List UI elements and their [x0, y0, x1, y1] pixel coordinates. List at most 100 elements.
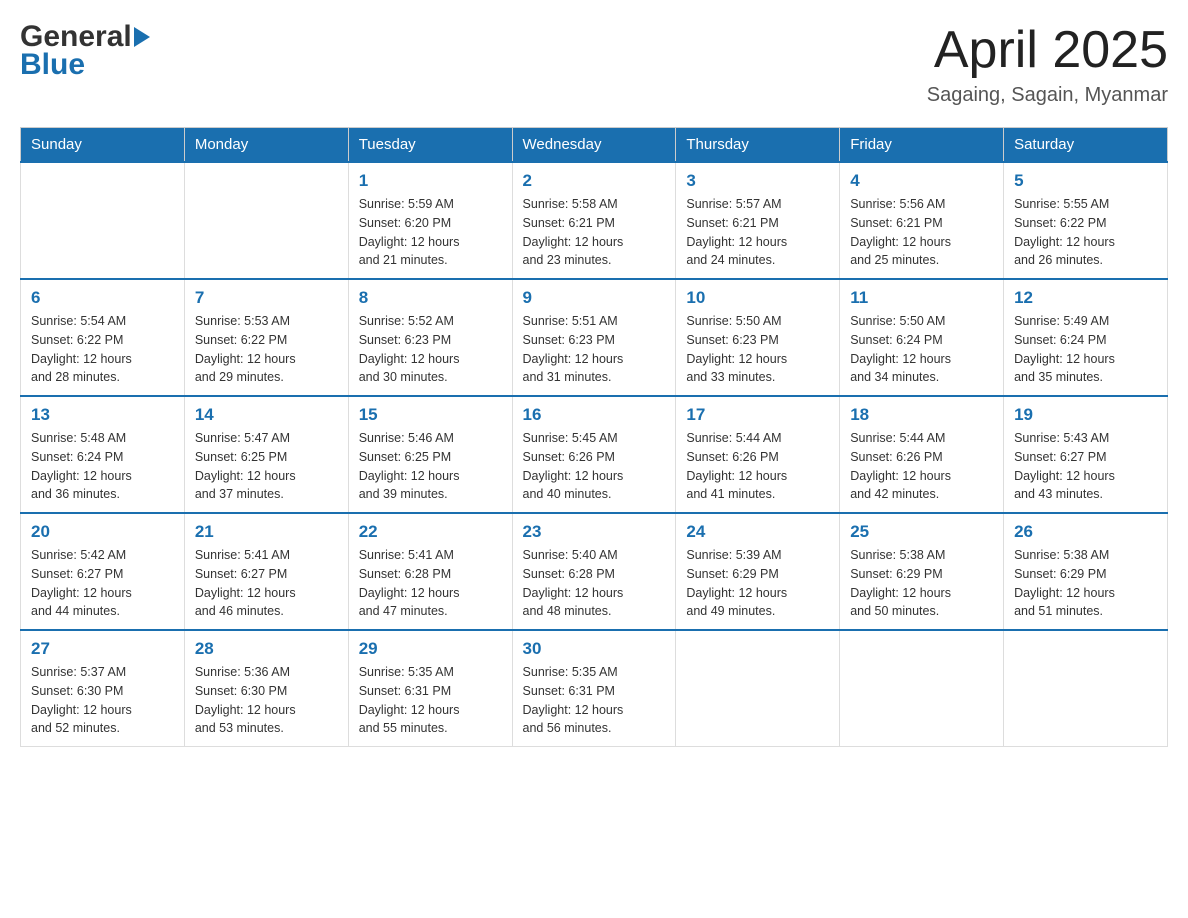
calendar-cell: 27 Sunrise: 5:37 AM Sunset: 6:30 PM Dayli…	[21, 630, 185, 747]
logo-arrow-icon	[134, 27, 150, 47]
calendar-cell: 9 Sunrise: 5:51 AM Sunset: 6:23 PM Daylig…	[512, 279, 676, 396]
calendar-cell: 8 Sunrise: 5:52 AM Sunset: 6:23 PM Daylig…	[348, 279, 512, 396]
day-number: 20	[31, 522, 174, 542]
calendar-cell: 23 Sunrise: 5:40 AM Sunset: 6:28 PM Dayli…	[512, 513, 676, 630]
day-info: Sunrise: 5:53 AM Sunset: 6:22 PM Dayligh…	[195, 312, 338, 387]
day-number: 16	[523, 405, 666, 425]
day-info: Sunrise: 5:50 AM Sunset: 6:23 PM Dayligh…	[686, 312, 829, 387]
day-number: 8	[359, 288, 502, 308]
calendar-header-thursday: Thursday	[676, 128, 840, 163]
day-info: Sunrise: 5:50 AM Sunset: 6:24 PM Dayligh…	[850, 312, 993, 387]
calendar-cell: 14Sunrise: 5:47 AM Sunset: 6:25 PM Dayli…	[184, 396, 348, 513]
day-number: 24	[686, 522, 829, 542]
day-number: 30	[523, 639, 666, 659]
day-info: Sunrise: 5:35 AM Sunset: 6:31 PM Dayligh…	[359, 663, 502, 738]
day-number: 21	[195, 522, 338, 542]
calendar-cell: 10 Sunrise: 5:50 AM Sunset: 6:23 PM Dayli…	[676, 279, 840, 396]
calendar-cell: 3 Sunrise: 5:57 AM Sunset: 6:21 PM Daylig…	[676, 162, 840, 279]
day-info: Sunrise: 5:44 AM Sunset: 6:26 PM Dayligh…	[850, 429, 993, 504]
calendar-header-tuesday: Tuesday	[348, 128, 512, 163]
day-number: 5	[1014, 171, 1157, 191]
day-number: 4	[850, 171, 993, 191]
day-number: 13	[31, 405, 174, 425]
week-row-3: 13 Sunrise: 5:48 AM Sunset: 6:24 PM Dayli…	[21, 396, 1168, 513]
day-number: 29	[359, 639, 502, 659]
day-number: 17	[686, 405, 829, 425]
day-info: Sunrise: 5:38 AM Sunset: 6:29 PM Dayligh…	[1014, 546, 1157, 621]
calendar-cell	[840, 630, 1004, 747]
day-info: Sunrise: 5:41 AM Sunset: 6:27 PM Dayligh…	[195, 546, 338, 621]
calendar-cell: 5 Sunrise: 5:55 AM Sunset: 6:22 PM Daylig…	[1004, 162, 1168, 279]
day-info: Sunrise: 5:40 AM Sunset: 6:28 PM Dayligh…	[523, 546, 666, 621]
calendar-cell: 17 Sunrise: 5:44 AM Sunset: 6:26 PM Dayli…	[676, 396, 840, 513]
day-number: 11	[850, 288, 993, 308]
day-number: 27	[31, 639, 174, 659]
day-info: Sunrise: 5:55 AM Sunset: 6:22 PM Dayligh…	[1014, 195, 1157, 270]
day-number: 6	[31, 288, 174, 308]
day-info: Sunrise: 5:49 AM Sunset: 6:24 PM Dayligh…	[1014, 312, 1157, 387]
day-number: 1	[359, 171, 502, 191]
day-number: 2	[523, 171, 666, 191]
day-info: Sunrise: 5:52 AM Sunset: 6:23 PM Dayligh…	[359, 312, 502, 387]
week-row-4: 20 Sunrise: 5:42 AM Sunset: 6:27 PM Dayli…	[21, 513, 1168, 630]
page-title: April 2025	[927, 20, 1168, 80]
day-info: Sunrise: 5:57 AM Sunset: 6:21 PM Dayligh…	[686, 195, 829, 270]
day-number: 26	[1014, 522, 1157, 542]
day-info: Sunrise: 5:43 AM Sunset: 6:27 PM Dayligh…	[1014, 429, 1157, 504]
calendar-cell: 13 Sunrise: 5:48 AM Sunset: 6:24 PM Dayli…	[21, 396, 185, 513]
day-number: 12	[1014, 288, 1157, 308]
calendar-cell: 15 Sunrise: 5:46 AM Sunset: 6:25 PM Dayli…	[348, 396, 512, 513]
day-number: 18	[850, 405, 993, 425]
day-number: 28	[195, 639, 338, 659]
calendar-cell: 29 Sunrise: 5:35 AM Sunset: 6:31 PM Dayli…	[348, 630, 512, 747]
day-info: Sunrise: 5:54 AM Sunset: 6:22 PM Dayligh…	[31, 312, 174, 387]
day-info: Sunrise: 5:38 AM Sunset: 6:29 PM Dayligh…	[850, 546, 993, 621]
logo: General Blue	[20, 20, 150, 82]
calendar-header-row: SundayMondayTuesdayWednesdayThursdayFrid…	[21, 128, 1168, 163]
day-number: 9	[523, 288, 666, 308]
calendar-cell: 21 Sunrise: 5:41 AM Sunset: 6:27 PM Dayli…	[184, 513, 348, 630]
day-info: Sunrise: 5:59 AM Sunset: 6:20 PM Dayligh…	[359, 195, 502, 270]
day-number: 3	[686, 171, 829, 191]
day-number: 7	[195, 288, 338, 308]
calendar-header-monday: Monday	[184, 128, 348, 163]
day-number: 19	[1014, 405, 1157, 425]
calendar-cell	[1004, 630, 1168, 747]
calendar-cell: 18 Sunrise: 5:44 AM Sunset: 6:26 PM Dayli…	[840, 396, 1004, 513]
week-row-1: 1 Sunrise: 5:59 AM Sunset: 6:20 PM Daylig…	[21, 162, 1168, 279]
day-info: Sunrise: 5:44 AM Sunset: 6:26 PM Dayligh…	[686, 429, 829, 504]
day-info: Sunrise: 5:41 AM Sunset: 6:28 PM Dayligh…	[359, 546, 502, 621]
day-info: Sunrise: 5:36 AM Sunset: 6:30 PM Dayligh…	[195, 663, 338, 738]
page-subtitle: Sagaing, Sagain, Myanmar	[927, 84, 1168, 107]
calendar-cell: 7 Sunrise: 5:53 AM Sunset: 6:22 PM Daylig…	[184, 279, 348, 396]
week-row-2: 6 Sunrise: 5:54 AM Sunset: 6:22 PM Daylig…	[21, 279, 1168, 396]
day-info: Sunrise: 5:42 AM Sunset: 6:27 PM Dayligh…	[31, 546, 174, 621]
day-info: Sunrise: 5:37 AM Sunset: 6:30 PM Dayligh…	[31, 663, 174, 738]
calendar-cell: 4 Sunrise: 5:56 AM Sunset: 6:21 PM Daylig…	[840, 162, 1004, 279]
calendar-cell: 20 Sunrise: 5:42 AM Sunset: 6:27 PM Dayli…	[21, 513, 185, 630]
day-number: 10	[686, 288, 829, 308]
day-info: Sunrise: 5:46 AM Sunset: 6:25 PM Dayligh…	[359, 429, 502, 504]
day-info: Sunrise: 5:58 AM Sunset: 6:21 PM Dayligh…	[523, 195, 666, 270]
day-number: 14	[195, 405, 338, 425]
calendar-cell: 16Sunrise: 5:45 AM Sunset: 6:26 PM Dayli…	[512, 396, 676, 513]
day-number: 22	[359, 522, 502, 542]
day-info: Sunrise: 5:56 AM Sunset: 6:21 PM Dayligh…	[850, 195, 993, 270]
calendar-table: SundayMondayTuesdayWednesdayThursdayFrid…	[20, 127, 1168, 747]
day-number: 23	[523, 522, 666, 542]
week-row-5: 27 Sunrise: 5:37 AM Sunset: 6:30 PM Dayli…	[21, 630, 1168, 747]
calendar-cell: 30 Sunrise: 5:35 AM Sunset: 6:31 PM Dayli…	[512, 630, 676, 747]
calendar-cell	[184, 162, 348, 279]
day-info: Sunrise: 5:39 AM Sunset: 6:29 PM Dayligh…	[686, 546, 829, 621]
calendar-cell: 1 Sunrise: 5:59 AM Sunset: 6:20 PM Daylig…	[348, 162, 512, 279]
calendar-header-sunday: Sunday	[21, 128, 185, 163]
calendar-cell: 12 Sunrise: 5:49 AM Sunset: 6:24 PM Dayli…	[1004, 279, 1168, 396]
page-header: General Blue April 2025 Sagaing, Sagain,…	[20, 20, 1168, 107]
day-info: Sunrise: 5:35 AM Sunset: 6:31 PM Dayligh…	[523, 663, 666, 738]
calendar-header-saturday: Saturday	[1004, 128, 1168, 163]
calendar-cell: 2 Sunrise: 5:58 AM Sunset: 6:21 PM Daylig…	[512, 162, 676, 279]
day-number: 15	[359, 405, 502, 425]
day-info: Sunrise: 5:51 AM Sunset: 6:23 PM Dayligh…	[523, 312, 666, 387]
logo-line2: Blue	[20, 48, 150, 82]
day-info: Sunrise: 5:48 AM Sunset: 6:24 PM Dayligh…	[31, 429, 174, 504]
